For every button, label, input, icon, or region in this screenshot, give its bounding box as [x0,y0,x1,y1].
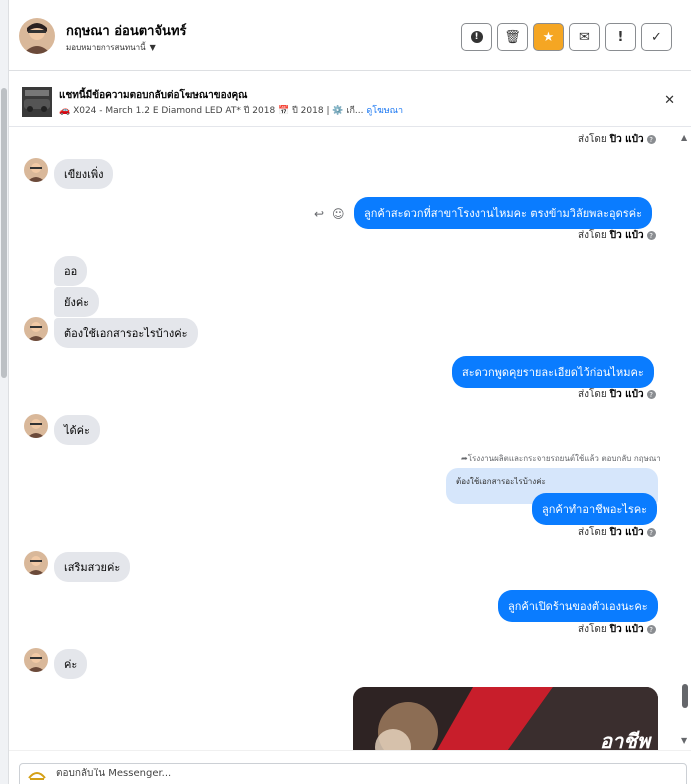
sender-name: ปิว แป๋ว [609,134,644,145]
help-icon[interactable]: ? [646,625,656,634]
mail-x-icon: ✉ [579,29,590,45]
ad-thumbnail[interactable] [22,87,52,117]
image-overlay-text: อาชีพ [600,729,650,750]
mark-spam-button[interactable]: ! [605,23,636,51]
conversation-header: กฤษณา อ่อนตาจันทร์ มอบหมายการสนทนานี้ ▼ … [9,0,691,71]
avatar[interactable] [24,648,48,672]
contact-avatar[interactable] [19,18,55,54]
help-icon[interactable]: ? [646,528,656,537]
sent-by-label: ส่งโดย ปิว แป๋ว? [578,525,656,540]
sender-name: ปิว แป๋ว [609,527,644,538]
info-button[interactable]: ! [461,23,492,51]
exclamation-icon: ! [617,29,624,45]
chat-scrollbar-thumb[interactable] [682,684,688,708]
star-button[interactable]: ★ [533,23,564,51]
avatar[interactable] [24,414,48,438]
reply-arrow-icon: ➦ [461,454,468,463]
reply-composer[interactable] [19,763,687,784]
sent-by-text: ส่งโดย [578,134,607,145]
alert-circle-icon: ! [470,31,483,43]
avatar[interactable] [24,551,48,575]
incoming-message[interactable]: ได้ค่ะ [54,415,100,445]
avatar[interactable] [24,317,48,341]
incoming-message[interactable]: ออ [54,256,88,286]
incoming-message[interactable]: ต้องใช้เอกสารอะไรบ้างค่ะ [54,318,198,348]
outgoing-message[interactable]: สะดวกพูดคุยรายละเอียดไว้ก่อนไหมคะ [452,356,654,388]
ad-listing-text: 🚗 X024 - March 1.2 E Diamond LED AT* ปี … [59,106,364,116]
page-logo-icon [28,772,46,780]
archive-button[interactable]: ✉ [569,23,600,51]
scroll-up-icon[interactable]: ▲ [681,133,687,142]
delete-button[interactable]: 🗑 [497,23,528,51]
check-icon: ✓ [651,29,662,45]
ad-reply-banner: แชทนี้มีข้อความตอบกลับต่อโฆษณาของคุณ 🚗 X… [9,71,691,127]
sender-name: ปิว แป๋ว [609,230,644,241]
message-thread[interactable]: ส่งโดย ปิว แป๋ว? เขียงเพิ่ง ↩ ☺ ลูกค้าสะด… [9,127,679,750]
incoming-message[interactable]: เขียงเพิ่ง [54,159,114,189]
outgoing-message[interactable]: ลูกค้าเปิดร้านของตัวเองนะคะ [498,590,658,622]
assign-conversation-dropdown[interactable]: มอบหมายการสนทนานี้ ▼ [66,41,156,54]
outgoing-message[interactable]: ลูกค้าทำอาชีพอะไรคะ [532,493,658,525]
sent-by-label: ส่งโดย ปิว แป๋ว? [578,228,656,243]
contact-name[interactable]: กฤษณา อ่อนตาจันทร์ [66,20,187,41]
messenger-reply-input[interactable] [56,768,656,779]
sent-by-text: ส่งโดย [578,230,607,241]
sent-by-label: ส่งโดย ปิว แป๋ว? [578,622,656,637]
reply-context-text: โรงงานผลิตและกระจายรถยนต์ใช้แล้ว ตอบกลับ… [467,454,661,463]
left-scrollbar-thumb[interactable] [1,88,7,378]
reply-context-note: ➦โรงงานผลิตและกระจายรถยนต์ใช้แล้ว ตอบกลั… [461,452,661,465]
composer-area [9,750,691,784]
ad-banner-title: แชทนี้มีข้อความตอบกลับต่อโฆษณาของคุณ [59,90,248,101]
trash-icon: 🗑 [504,29,521,45]
ad-banner-subtitle: 🚗 X024 - March 1.2 E Diamond LED AT* ปี … [59,103,403,117]
help-icon[interactable]: ? [646,231,656,240]
help-icon[interactable]: ? [646,390,656,399]
close-icon[interactable]: ✕ [664,93,675,108]
chevron-down-icon: ▼ [149,43,156,52]
image-attachment[interactable]: อาชีพ [353,687,658,750]
header-actions: ! 🗑 ★ ✉ ! ✓ [461,23,672,51]
chat-scrollbar[interactable]: ▲ ▼ [679,127,691,750]
help-icon[interactable]: ? [646,135,656,144]
sent-by-text: ส่งโดย [578,389,607,400]
sent-by-label: ส่งโดย ปิว แป๋ว? [578,132,656,147]
scroll-down-icon[interactable]: ▼ [681,736,687,745]
outgoing-message[interactable]: ลูกค้าสะดวกที่สาขาโรงงานไหมคะ ตรงข้ามวิล… [354,197,652,229]
sent-by-text: ส่งโดย [578,624,607,635]
sender-name: ปิว แป๋ว [609,389,644,400]
sent-by-label: ส่งโดย ปิว แป๋ว? [578,387,656,402]
sender-name: ปิว แป๋ว [609,624,644,635]
view-ad-link[interactable]: ดูโฆษณา [366,106,403,116]
incoming-message[interactable]: ค่ะ [54,649,88,679]
sent-by-text: ส่งโดย [578,527,607,538]
messenger-inbox-window: กฤษณา อ่อนตาจันทร์ มอบหมายการสนทนานี้ ▼ … [0,0,691,784]
assign-label: มอบหมายการสนทนานี้ [66,43,146,52]
left-scrollbar[interactable] [0,0,9,784]
avatar[interactable] [24,158,48,182]
smiley-icon[interactable]: ☺ [332,207,345,221]
reply-icon[interactable]: ↩ [314,207,324,221]
mark-done-button[interactable]: ✓ [641,23,672,51]
star-icon: ★ [542,29,555,45]
incoming-message[interactable]: ยังค่ะ [54,287,100,317]
incoming-message[interactable]: เสริมสวยค่ะ [54,552,131,582]
